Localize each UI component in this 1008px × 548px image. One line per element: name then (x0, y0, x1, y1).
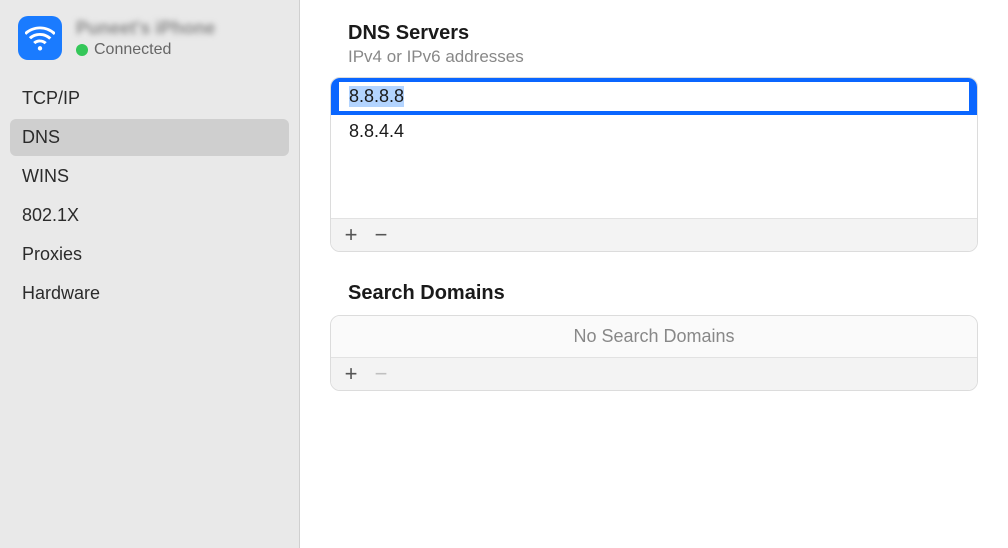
sidebar-item-tcpip[interactable]: TCP/IP (10, 80, 289, 117)
search-domains-empty[interactable]: No Search Domains (331, 316, 977, 357)
dns-servers-list: 8.8.4.4 + − (330, 77, 978, 252)
wifi-icon (18, 16, 62, 60)
status-dot-icon (76, 44, 88, 56)
remove-dns-button[interactable]: − (367, 221, 395, 249)
wifi-glyph (25, 23, 55, 53)
sidebar: Puneet's iPhone Connected TCP/IP DNS WIN… (0, 0, 300, 548)
dns-servers-footer: + − (331, 218, 977, 251)
dns-servers-subtitle: IPv4 or IPv6 addresses (330, 47, 978, 67)
sidebar-item-label: WINS (22, 166, 69, 186)
search-domains-empty-text: No Search Domains (573, 326, 734, 347)
sidebar-item-label: 802.1X (22, 205, 79, 225)
connection-text: Puneet's iPhone Connected (76, 18, 215, 59)
dns-server-input[interactable] (339, 82, 969, 111)
sidebar-nav: TCP/IP DNS WINS 802.1X Proxies Hardware (0, 74, 299, 320)
connection-header: Puneet's iPhone Connected (0, 12, 299, 74)
sidebar-item-label: DNS (22, 127, 60, 147)
dns-server-row[interactable] (331, 78, 977, 115)
add-dns-button[interactable]: + (337, 221, 365, 249)
search-domains-footer: + − (331, 357, 977, 390)
main-panel: DNS Servers IPv4 or IPv6 addresses 8.8.4… (300, 0, 1008, 548)
dns-servers-body[interactable]: 8.8.4.4 (331, 78, 977, 218)
connection-status: Connected (94, 41, 171, 59)
sidebar-item-label: Proxies (22, 244, 82, 264)
sidebar-item-dns[interactable]: DNS (10, 119, 289, 156)
network-settings-window: Puneet's iPhone Connected TCP/IP DNS WIN… (0, 0, 1008, 548)
sidebar-item-8021x[interactable]: 802.1X (10, 197, 289, 234)
remove-search-domain-button: − (367, 360, 395, 388)
search-domains-title: Search Domains (330, 282, 978, 305)
sidebar-item-wins[interactable]: WINS (10, 158, 289, 195)
dns-server-value: 8.8.4.4 (349, 121, 404, 141)
add-search-domain-button[interactable]: + (337, 360, 365, 388)
sidebar-item-label: TCP/IP (22, 88, 80, 108)
sidebar-item-hardware[interactable]: Hardware (10, 275, 289, 312)
search-domains-list: No Search Domains + − (330, 315, 978, 391)
dns-servers-title: DNS Servers (330, 22, 978, 45)
sidebar-item-proxies[interactable]: Proxies (10, 236, 289, 273)
connection-status-row: Connected (76, 41, 215, 59)
dns-server-row[interactable]: 8.8.4.4 (331, 115, 977, 148)
connection-name: Puneet's iPhone (76, 18, 215, 39)
sidebar-item-label: Hardware (22, 283, 100, 303)
